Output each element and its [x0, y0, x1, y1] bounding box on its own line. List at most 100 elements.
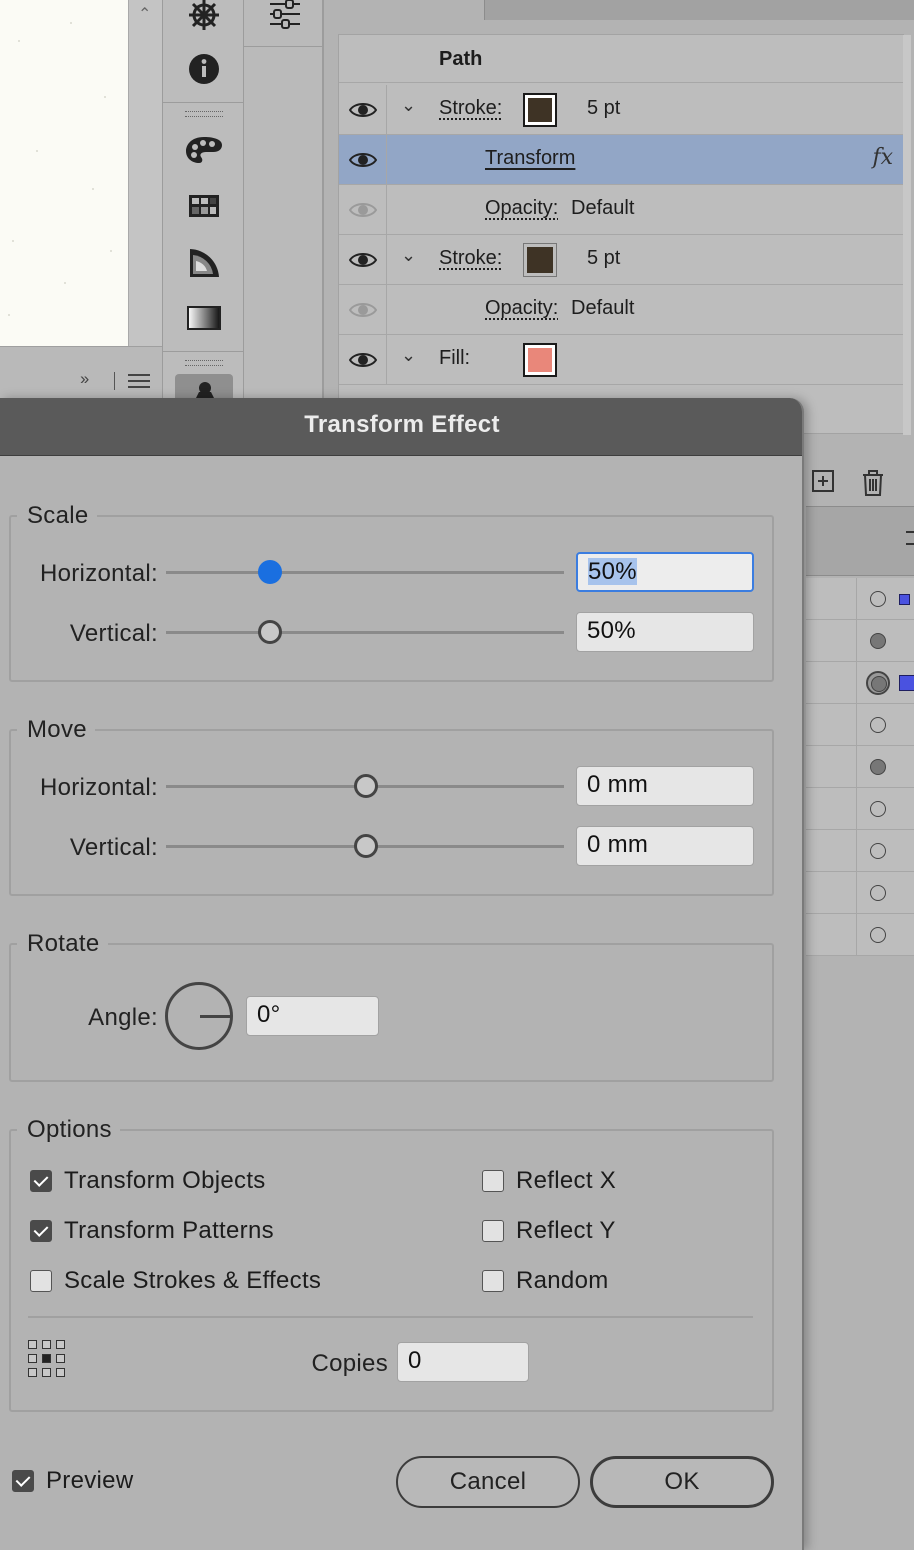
appearance-row-transform[interactable]: Transform fx: [339, 135, 905, 185]
gradient-icon[interactable]: [183, 299, 225, 337]
angle-dial[interactable]: [165, 982, 233, 1050]
layer-row[interactable]: [806, 872, 914, 914]
stroke-label[interactable]: Stroke:: [439, 97, 502, 120]
chevron-down-icon[interactable]: ⌄: [401, 245, 416, 266]
inactive-tab[interactable]: [484, 0, 914, 20]
appearance-scrollbar[interactable]: [903, 35, 911, 435]
gradient-sector-icon[interactable]: [183, 244, 225, 282]
slider-knob[interactable]: [258, 620, 282, 644]
move-vertical-slider[interactable]: [166, 834, 564, 858]
target-circle-icon[interactable]: [870, 801, 886, 817]
angle-input[interactable]: 0°: [246, 996, 379, 1036]
scale-strokes-label: Scale Strokes & Effects: [64, 1267, 322, 1294]
slider-knob[interactable]: [354, 774, 378, 798]
target-circle-icon[interactable]: [870, 717, 886, 733]
checkbox-box[interactable]: [482, 1220, 504, 1242]
checkbox-box[interactable]: [482, 1270, 504, 1292]
appearance-row-opacity[interactable]: Opacity: Default: [339, 185, 905, 235]
layer-row[interactable]: [806, 914, 914, 956]
panel-menu-icon[interactable]: [128, 374, 150, 388]
fill-label[interactable]: Fill:: [439, 347, 470, 370]
transform-objects-checkbox[interactable]: Transform Objects: [30, 1166, 266, 1196]
eye-cell[interactable]: [339, 235, 387, 285]
target-circle-icon[interactable]: [870, 843, 886, 859]
scale-vertical-slider[interactable]: [166, 620, 564, 644]
layer-row[interactable]: [806, 578, 914, 620]
artboard-canvas[interactable]: [0, 0, 128, 346]
color-palette-icon[interactable]: [183, 131, 225, 169]
target-circle-icon[interactable]: [870, 885, 886, 901]
preview-checkbox[interactable]: Preview: [12, 1466, 133, 1496]
appearance-row-stroke[interactable]: ⌄ Stroke: 5 pt: [339, 235, 905, 285]
reflect-x-checkbox[interactable]: Reflect X: [482, 1166, 616, 1196]
eye-cell[interactable]: [339, 285, 387, 335]
target-circle-icon[interactable]: [870, 591, 886, 607]
canvas-scrollbar[interactable]: ⌃: [128, 0, 162, 346]
eye-cell[interactable]: [339, 185, 387, 235]
stroke-swatch[interactable]: [523, 243, 557, 277]
sliders-icon[interactable]: [268, 0, 302, 35]
appearance-row-fill[interactable]: ⌄ Fill:: [339, 335, 905, 385]
ok-button[interactable]: OK: [590, 1456, 774, 1508]
scale-vertical-input[interactable]: 50%: [576, 612, 754, 652]
stroke-weight[interactable]: 5 pt: [587, 247, 620, 270]
move-horizontal-slider[interactable]: [166, 774, 564, 798]
target-circle-icon[interactable]: [866, 671, 890, 695]
target-circle-icon[interactable]: [870, 633, 886, 649]
layer-row[interactable]: [806, 704, 914, 746]
panel-grip[interactable]: [185, 360, 223, 366]
stroke-swatch[interactable]: [523, 93, 557, 127]
cancel-button[interactable]: Cancel: [396, 1456, 580, 1508]
checkbox-box[interactable]: [30, 1220, 52, 1242]
reflect-y-checkbox[interactable]: Reflect Y: [482, 1216, 616, 1246]
layer-row[interactable]: [806, 746, 914, 788]
info-icon[interactable]: [183, 50, 225, 88]
target-circle-icon[interactable]: [870, 759, 886, 775]
layer-row[interactable]: [806, 788, 914, 830]
scale-horizontal-input[interactable]: 50%: [576, 552, 754, 592]
duplicate-item-icon[interactable]: [812, 470, 834, 497]
move-vertical-input[interactable]: 0 mm: [576, 826, 754, 866]
random-checkbox[interactable]: Random: [482, 1266, 609, 1296]
move-horizontal-input[interactable]: 0 mm: [576, 766, 754, 806]
eye-cell[interactable]: [339, 85, 387, 135]
appearance-row-stroke[interactable]: ⌄ Stroke: 5 pt: [339, 85, 905, 135]
scroll-up-icon[interactable]: ⌃: [138, 4, 151, 24]
eye-cell[interactable]: [339, 335, 387, 385]
checkbox-box[interactable]: [12, 1470, 34, 1492]
transform-effect-link[interactable]: Transform: [485, 147, 575, 170]
chevron-down-icon[interactable]: ⌄: [401, 345, 416, 366]
target-circle-icon[interactable]: [870, 927, 886, 943]
scale-strokes-checkbox[interactable]: Scale Strokes & Effects: [30, 1266, 321, 1296]
appearance-row-opacity[interactable]: Opacity: Default: [339, 285, 905, 335]
scale-horizontal-slider[interactable]: [166, 560, 564, 584]
panel-grip[interactable]: [185, 111, 223, 117]
checkbox-box[interactable]: [482, 1170, 504, 1192]
checkbox-box[interactable]: [30, 1170, 52, 1192]
selection-indicator[interactable]: [899, 675, 914, 691]
layer-row[interactable]: [806, 620, 914, 662]
copies-input[interactable]: 0: [397, 1342, 529, 1382]
chevron-down-icon[interactable]: ⌄: [401, 95, 416, 116]
opacity-label[interactable]: Opacity:: [485, 297, 558, 320]
layer-row[interactable]: [806, 830, 914, 872]
selection-indicator[interactable]: [899, 594, 910, 605]
swatches-grid-icon[interactable]: [183, 187, 225, 225]
transform-patterns-checkbox[interactable]: Transform Patterns: [30, 1216, 274, 1246]
eye-cell[interactable]: [339, 135, 387, 185]
reference-point-icon[interactable]: [28, 1340, 66, 1378]
slider-knob[interactable]: [258, 560, 282, 584]
checkbox-box[interactable]: [30, 1270, 52, 1292]
trash-icon[interactable]: [862, 470, 884, 501]
stroke-label[interactable]: Stroke:: [439, 247, 502, 270]
dialog-titlebar[interactable]: Transform Effect: [0, 398, 802, 456]
panel-menu-icon[interactable]: [906, 531, 914, 545]
fx-icon[interactable]: fx: [872, 145, 893, 170]
stroke-weight[interactable]: 5 pt: [587, 97, 620, 120]
expand-panels-icon[interactable]: ››: [80, 369, 89, 389]
opacity-label[interactable]: Opacity:: [485, 197, 558, 220]
layer-row[interactable]: [806, 662, 914, 704]
fill-swatch[interactable]: [523, 343, 557, 377]
slider-knob[interactable]: [354, 834, 378, 858]
ship-wheel-icon[interactable]: [183, 0, 225, 34]
